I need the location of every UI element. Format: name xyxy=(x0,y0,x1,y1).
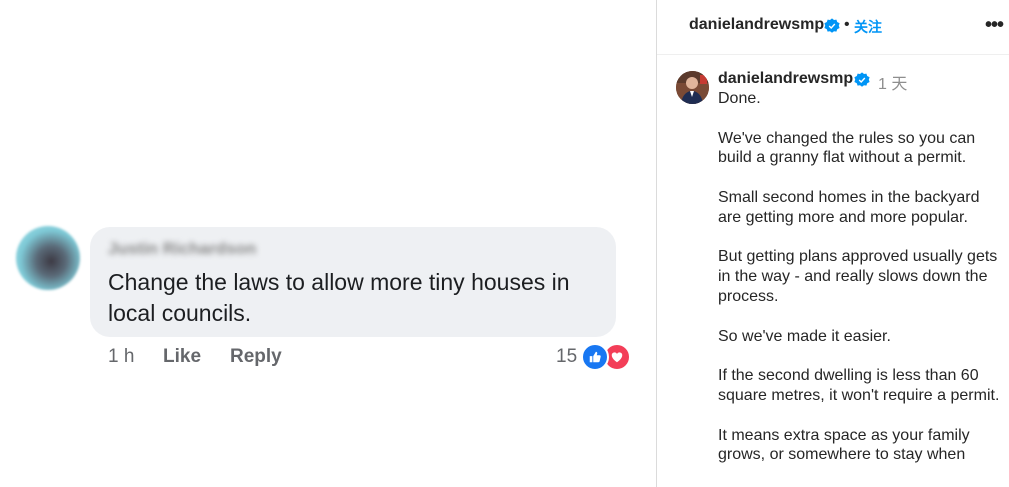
post-caption: Done. We've changed the rules so you can… xyxy=(718,89,1003,485)
reaction-summary[interactable]: 15 xyxy=(556,343,632,371)
comment-actions: 1 h Like Reply xyxy=(108,346,282,368)
caption-paragraph: So we've made it easier. xyxy=(718,327,891,345)
more-options-icon[interactable]: ••• xyxy=(985,14,1004,37)
post-header: danielandrewsmp • 关注 ••• xyxy=(657,0,1009,55)
caption-paragraph: But getting plans approved usually gets … xyxy=(718,248,998,305)
caption-avatar[interactable] xyxy=(676,71,709,104)
comment-timestamp[interactable]: 1 h xyxy=(108,346,163,368)
caption-username[interactable]: danielandrewsmp xyxy=(718,70,853,88)
like-button[interactable]: Like xyxy=(163,346,230,368)
caption-paragraph: If the second dwelling is less than 60 s… xyxy=(718,367,1000,404)
header-username[interactable]: danielandrewsmp xyxy=(689,16,824,34)
follow-button[interactable]: 关注 xyxy=(854,17,882,37)
like-icon xyxy=(581,343,610,371)
header-separator: • xyxy=(844,16,850,33)
instagram-post-pane: danielandrewsmp • 关注 ••• danielandrewsmp… xyxy=(657,0,1009,487)
facebook-comment-pane: Justin Richardson Change the laws to all… xyxy=(0,0,656,487)
comment-text: Change the laws to allow more tiny house… xyxy=(108,269,570,326)
caption-paragraph: Done. xyxy=(718,90,761,107)
comment-bubble: Justin Richardson Change the laws to all… xyxy=(90,227,616,337)
reaction-count: 15 xyxy=(556,346,578,367)
caption-paragraph: Small second homes in the backyard are g… xyxy=(718,188,980,226)
verified-badge-icon xyxy=(824,18,840,39)
commenter-name[interactable]: Justin Richardson xyxy=(108,239,256,259)
caption-paragraph: We've changed the rules so you can build… xyxy=(718,129,976,167)
caption-paragraph: It means extra space as your family grow… xyxy=(718,426,970,464)
commenter-avatar[interactable] xyxy=(16,226,80,290)
reply-button[interactable]: Reply xyxy=(230,346,282,368)
